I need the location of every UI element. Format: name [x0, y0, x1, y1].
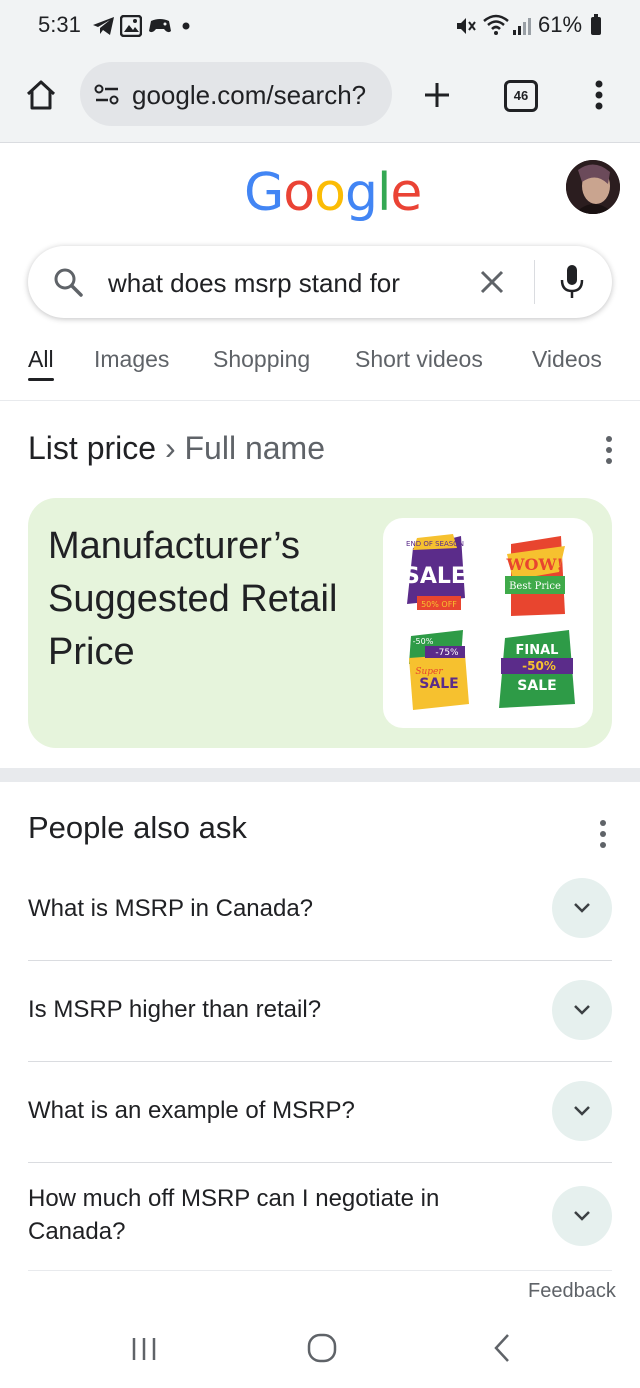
tabs-button[interactable]: 46	[504, 80, 538, 112]
logo-letter: o	[314, 163, 346, 223]
sticker1-bottom: 50% OFF	[421, 600, 457, 609]
sticker2-top: WOW!	[506, 555, 564, 574]
search-tabs: All Images Shopping Short videos Videos	[0, 340, 640, 401]
home-button-icon[interactable]	[306, 1332, 338, 1364]
active-tab-indicator	[28, 378, 54, 381]
tab-videos[interactable]: Videos	[532, 346, 602, 373]
status-time: 5:31	[38, 12, 81, 37]
sticker2-main: Best Price	[509, 581, 561, 592]
paa-item[interactable]: Is MSRP higher than retail?	[28, 960, 612, 1062]
logo-letter: G	[244, 163, 284, 223]
logo-letter: e	[390, 163, 422, 223]
paa-item[interactable]: What is an example of MSRP?	[28, 1061, 612, 1163]
paa-question[interactable]: How much off MSRP can I negotiate in Can…	[28, 1182, 518, 1248]
tab-short-videos[interactable]: Short videos	[355, 346, 483, 373]
chevron-down-icon	[574, 1005, 590, 1015]
back-icon[interactable]	[490, 1332, 514, 1364]
mute-icon	[457, 18, 476, 34]
signal-icon	[513, 18, 531, 35]
sticker4-top: FINAL	[516, 643, 559, 658]
expand-button[interactable]	[552, 878, 612, 938]
paa-item[interactable]: How much off MSRP can I negotiate in Can…	[28, 1162, 612, 1271]
navigation-bar	[0, 1310, 640, 1388]
battery-icon	[591, 14, 601, 35]
sticker1-main: SALE	[404, 564, 466, 589]
paa-question[interactable]: Is MSRP higher than retail?	[28, 993, 528, 1026]
address-bar[interactable]: google.com/search?	[80, 62, 392, 126]
paa-question[interactable]: What is MSRP in Canada?	[28, 892, 528, 925]
sale-stickers-illustration: END OF SEASON SALE 50% OFF WOW! Best Pri…	[404, 534, 575, 710]
home-icon[interactable]	[24, 78, 58, 112]
search-divider	[534, 260, 535, 304]
paa-item[interactable]: What is MSRP in Canada?	[28, 862, 612, 961]
avatar[interactable]	[566, 160, 620, 214]
sticker1-top: END OF SEASON	[406, 540, 464, 548]
answer-text: Manufacturer’s Suggested Retail Price	[48, 525, 338, 673]
knowledge-more-icon[interactable]	[606, 436, 612, 469]
breadcrumb-separator: ›	[164, 430, 176, 466]
chevron-down-icon	[574, 903, 590, 913]
knowledge-card: Manufacturer’s Suggested Retail Price EN…	[28, 498, 612, 748]
browser-toolbar: google.com/search? 46	[0, 52, 640, 143]
gallery-icon	[120, 15, 142, 37]
wifi-icon	[483, 14, 509, 35]
game-icon	[149, 19, 171, 33]
people-also-ask-title: People also ask	[28, 810, 247, 845]
knowledge-breadcrumb: List price › Full name	[28, 430, 325, 467]
chevron-down-icon	[574, 1106, 590, 1116]
battery-percent: 61%	[538, 12, 583, 37]
url-text: google.com/search?	[132, 80, 367, 110]
search-icon	[54, 268, 83, 297]
profile-photo-icon	[566, 160, 620, 214]
tab-images[interactable]: Images	[94, 346, 169, 373]
logo-letter: o	[283, 163, 315, 223]
expand-button[interactable]	[552, 1081, 612, 1141]
google-logo[interactable]: Google	[244, 163, 422, 223]
sticker3-main: SALE	[419, 676, 458, 692]
sticker3-top: -50%	[413, 637, 434, 646]
breadcrumb-main[interactable]: List price	[28, 430, 156, 466]
dot-icon	[182, 22, 190, 30]
sale-stickers-image[interactable]: END OF SEASON SALE 50% OFF WOW! Best Pri…	[383, 518, 593, 728]
section-divider	[0, 768, 640, 782]
clear-icon[interactable]	[480, 270, 504, 294]
search-input[interactable]: what does msrp stand for	[108, 268, 400, 299]
menu-icon[interactable]	[594, 80, 604, 110]
feedback-link[interactable]: Feedback	[528, 1280, 616, 1303]
recents-icon[interactable]	[130, 1334, 158, 1364]
tab-all[interactable]: All	[28, 346, 54, 373]
tab-shopping[interactable]: Shopping	[213, 346, 310, 373]
sticker4-mid: -50%	[522, 659, 556, 673]
microphone-icon[interactable]	[560, 264, 584, 300]
chevron-down-icon	[574, 1211, 590, 1221]
sticker3-mid: -75%	[435, 648, 459, 658]
new-tab-icon[interactable]	[422, 80, 452, 110]
paa-question[interactable]: What is an example of MSRP?	[28, 1094, 528, 1127]
site-settings-icon[interactable]	[94, 84, 120, 106]
expand-button[interactable]	[552, 980, 612, 1040]
telegram-icon	[93, 17, 114, 35]
logo-letter: g	[344, 163, 378, 223]
breadcrumb-sub: Full name	[184, 430, 325, 466]
sticker4-main: SALE	[517, 678, 556, 694]
logo-letter: l	[376, 163, 391, 223]
paa-more-icon[interactable]	[600, 820, 606, 853]
expand-button[interactable]	[552, 1186, 612, 1246]
search-box[interactable]: what does msrp stand for	[28, 246, 612, 318]
status-bar: 5:31 61%	[0, 0, 640, 52]
